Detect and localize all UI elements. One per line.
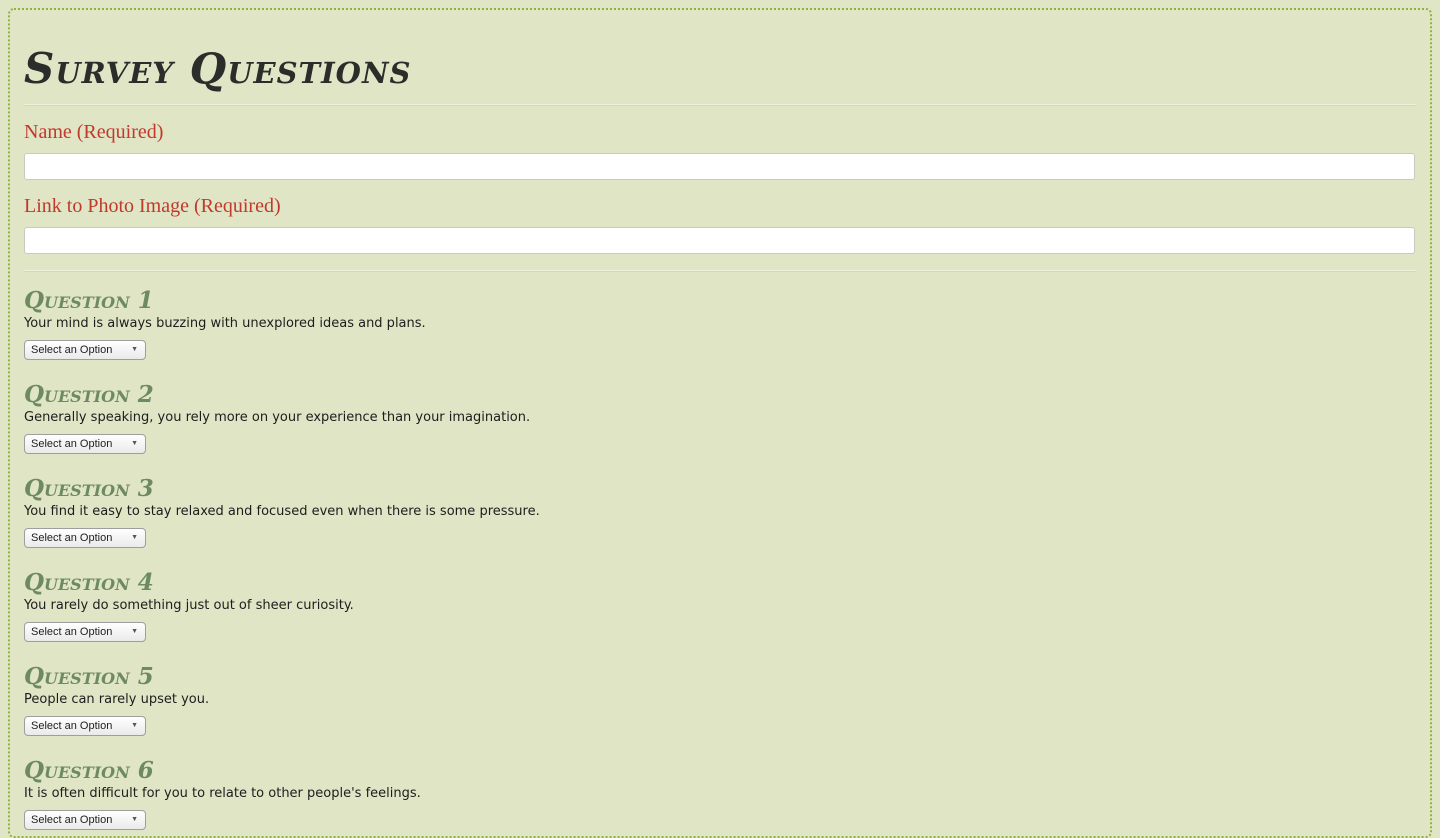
question-5: Question 5 People can rarely upset you. … (24, 664, 1416, 758)
question-text: You find it easy to stay relaxed and foc… (24, 504, 540, 519)
question-4: Question 4 You rarely do something just … (24, 570, 1416, 664)
select-value: Select an Option (31, 532, 113, 544)
name-input[interactable] (24, 153, 1415, 180)
photo-link-label: Link to Photo Image (Required) (24, 195, 281, 217)
question-text: Your mind is always buzzing with unexplo… (24, 316, 426, 331)
chevron-down-icon: ▼ (131, 534, 138, 541)
question-3-select[interactable]: Select an Option ▼ (24, 528, 146, 548)
question-3: Question 3 You find it easy to stay rela… (24, 476, 1416, 570)
survey-form-container: Survey Questions Name (Required) Link to… (8, 8, 1432, 838)
chevron-down-icon: ▼ (131, 816, 138, 823)
page-title: Survey Questions (24, 44, 412, 93)
survey-form: Survey Questions Name (Required) Link to… (24, 10, 1416, 836)
photo-link-input[interactable] (24, 227, 1415, 254)
question-heading: Question 6 (24, 757, 154, 784)
select-value: Select an Option (31, 720, 113, 732)
question-text: Generally speaking, you rely more on you… (24, 410, 531, 425)
question-heading: Question 2 (24, 381, 154, 408)
question-6-select[interactable]: Select an Option ▼ (24, 810, 146, 830)
name-label: Name (Required) (24, 121, 164, 143)
question-heading: Question 4 (24, 569, 154, 596)
question-4-select[interactable]: Select an Option ▼ (24, 622, 146, 642)
question-2: Question 2 Generally speaking, you rely … (24, 382, 1416, 476)
chevron-down-icon: ▼ (131, 440, 138, 447)
select-value: Select an Option (31, 438, 113, 450)
question-heading: Question 1 (24, 287, 154, 314)
select-value: Select an Option (31, 344, 113, 356)
question-text: People can rarely upset you. (24, 692, 210, 707)
question-heading: Question 3 (24, 475, 154, 502)
question-1-select[interactable]: Select an Option ▼ (24, 340, 146, 360)
question-5-select[interactable]: Select an Option ▼ (24, 716, 146, 736)
question-1: Question 1 Your mind is always buzzing w… (24, 288, 1416, 382)
question-text: It is often difficult for you to relate … (24, 786, 421, 801)
question-6: Question 6 It is often difficult for you… (24, 757, 1416, 836)
chevron-down-icon: ▼ (131, 722, 138, 729)
chevron-down-icon: ▼ (131, 346, 138, 353)
select-value: Select an Option (31, 626, 113, 638)
question-text: You rarely do something just out of shee… (24, 598, 354, 613)
chevron-down-icon: ▼ (131, 628, 138, 635)
question-heading: Question 5 (24, 663, 154, 690)
question-2-select[interactable]: Select an Option ▼ (24, 434, 146, 454)
select-value: Select an Option (31, 814, 113, 826)
